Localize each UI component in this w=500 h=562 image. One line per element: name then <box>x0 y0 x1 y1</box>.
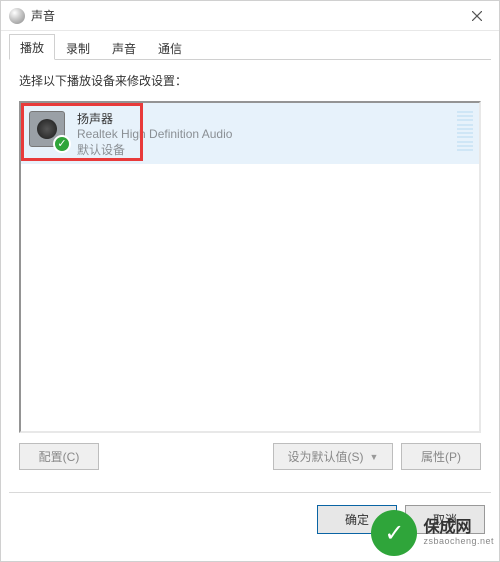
tab-communication[interactable]: 通信 <box>147 35 193 60</box>
titlebar: 声音 <box>1 1 499 31</box>
tab-playback[interactable]: 播放 <box>9 34 55 60</box>
level-meter <box>457 111 473 151</box>
default-check-badge: ✓ <box>53 135 71 153</box>
close-button[interactable] <box>454 1 499 31</box>
tab-strip: 播放 录制 声音 通信 <box>1 31 499 59</box>
watermark-badge: ✓ 保成网 zsbaocheng.net <box>371 510 494 556</box>
sound-dialog: 声音 播放 录制 声音 通信 选择以下播放设备来修改设置： ✓ 扬声器 Real <box>0 0 500 562</box>
device-listbox[interactable]: ✓ 扬声器 Realtek High Definition Audio 默认设备 <box>19 101 481 433</box>
properties-button[interactable]: 属性(P) <box>401 443 481 470</box>
tab-recording[interactable]: 录制 <box>55 35 101 60</box>
device-button-row: 配置(C) 设为默认值(S) ▼ 属性(P) <box>19 443 481 470</box>
configure-button[interactable]: 配置(C) <box>19 443 99 470</box>
device-text: 扬声器 Realtek High Definition Audio 默认设备 <box>77 109 232 158</box>
device-icon-wrap: ✓ <box>29 111 69 151</box>
window-title: 声音 <box>31 7 55 24</box>
watermark-check-icon: ✓ <box>371 510 417 556</box>
tab-content: 选择以下播放设备来修改设置： ✓ 扬声器 Realtek High Defini… <box>1 60 499 478</box>
watermark-brand: 保成网 <box>423 519 494 537</box>
close-icon <box>472 11 482 21</box>
instruction-text: 选择以下播放设备来修改设置： <box>19 72 481 89</box>
tab-sounds[interactable]: 声音 <box>101 35 147 60</box>
app-icon <box>9 8 25 24</box>
device-item[interactable]: ✓ 扬声器 Realtek High Definition Audio 默认设备 <box>21 103 479 164</box>
device-driver: Realtek High Definition Audio <box>77 127 232 141</box>
set-default-button[interactable]: 设为默认值(S) ▼ <box>273 443 393 470</box>
tab-underline <box>9 59 491 60</box>
device-name: 扬声器 <box>77 110 232 127</box>
device-status: 默认设备 <box>77 141 232 158</box>
watermark-domain: zsbaocheng.net <box>423 537 494 547</box>
chevron-down-icon: ▼ <box>370 452 379 462</box>
